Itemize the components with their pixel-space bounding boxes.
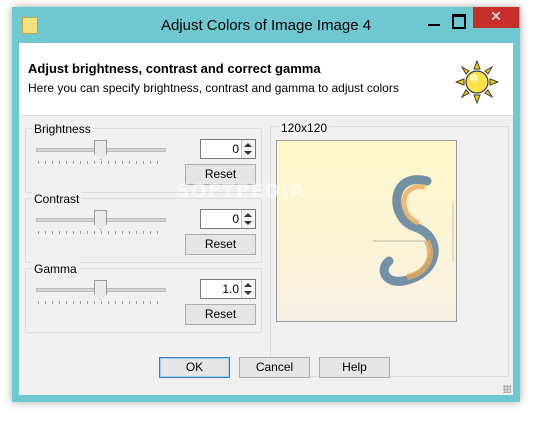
contrast-spin-buttons[interactable]: [241, 210, 255, 228]
brightness-spin-buttons[interactable]: [241, 140, 255, 158]
gamma-slider-ticks: [38, 301, 164, 304]
preview-size-label: 120x120: [279, 121, 330, 135]
maximize-button[interactable]: [452, 14, 466, 29]
title-bar[interactable]: Adjust Colors of Image Image 4 ✕: [12, 7, 520, 42]
window-title: Adjust Colors of Image Image 4: [160, 17, 372, 34]
contrast-label: Contrast: [32, 192, 82, 206]
gamma-value[interactable]: 1.0: [222, 282, 239, 296]
contrast-slider-ticks: [38, 231, 164, 234]
brightness-label: Brightness: [32, 122, 93, 136]
sun-icon: [455, 60, 499, 104]
preview-artwork: [373, 175, 454, 286]
gamma-label: Gamma: [32, 262, 79, 276]
brightness-slider-thumb[interactable]: [94, 140, 107, 160]
minimize-button[interactable]: [428, 15, 440, 29]
spin-up-icon[interactable]: [244, 213, 252, 217]
brightness-value[interactable]: 0: [232, 142, 239, 156]
dialog-client: Adjust brightness, contrast and correct …: [19, 43, 513, 395]
brightness-spinbox[interactable]: 0: [200, 139, 256, 159]
gamma-spinbox[interactable]: 1.0: [200, 279, 256, 299]
preview-image: [276, 140, 457, 322]
gamma-reset-button[interactable]: Reset: [185, 304, 256, 325]
header-subtitle: Here you can specify brightness, contras…: [28, 81, 399, 95]
spin-up-icon[interactable]: [244, 283, 252, 287]
preview-group: 120x120: [270, 121, 509, 377]
cancel-button[interactable]: Cancel: [239, 357, 310, 378]
resize-grip[interactable]: [503, 385, 511, 393]
spin-down-icon[interactable]: [244, 151, 252, 155]
spin-up-icon[interactable]: [244, 143, 252, 147]
contrast-group: Contrast 0 Reset: [25, 192, 262, 263]
watermark-text: SOFTPEDIA: [176, 180, 306, 202]
dialog-window: Adjust Colors of Image Image 4 ✕ Adjust …: [12, 7, 520, 402]
contrast-value[interactable]: 0: [232, 212, 239, 226]
gamma-group: Gamma 1.0 Reset: [25, 262, 262, 333]
gamma-slider-thumb[interactable]: [94, 280, 107, 300]
spin-down-icon[interactable]: [244, 221, 252, 225]
gamma-spin-buttons[interactable]: [241, 280, 255, 298]
header-title: Adjust brightness, contrast and correct …: [28, 61, 321, 76]
contrast-spinbox[interactable]: 0: [200, 209, 256, 229]
contrast-slider-thumb[interactable]: [94, 210, 107, 230]
ok-button[interactable]: OK: [159, 357, 230, 378]
brightness-slider-ticks: [38, 161, 164, 164]
header-panel: Adjust brightness, contrast and correct …: [19, 43, 513, 116]
contrast-reset-button[interactable]: Reset: [185, 234, 256, 255]
close-button[interactable]: ✕: [473, 7, 519, 28]
spin-down-icon[interactable]: [244, 291, 252, 295]
help-button[interactable]: Help: [319, 357, 390, 378]
